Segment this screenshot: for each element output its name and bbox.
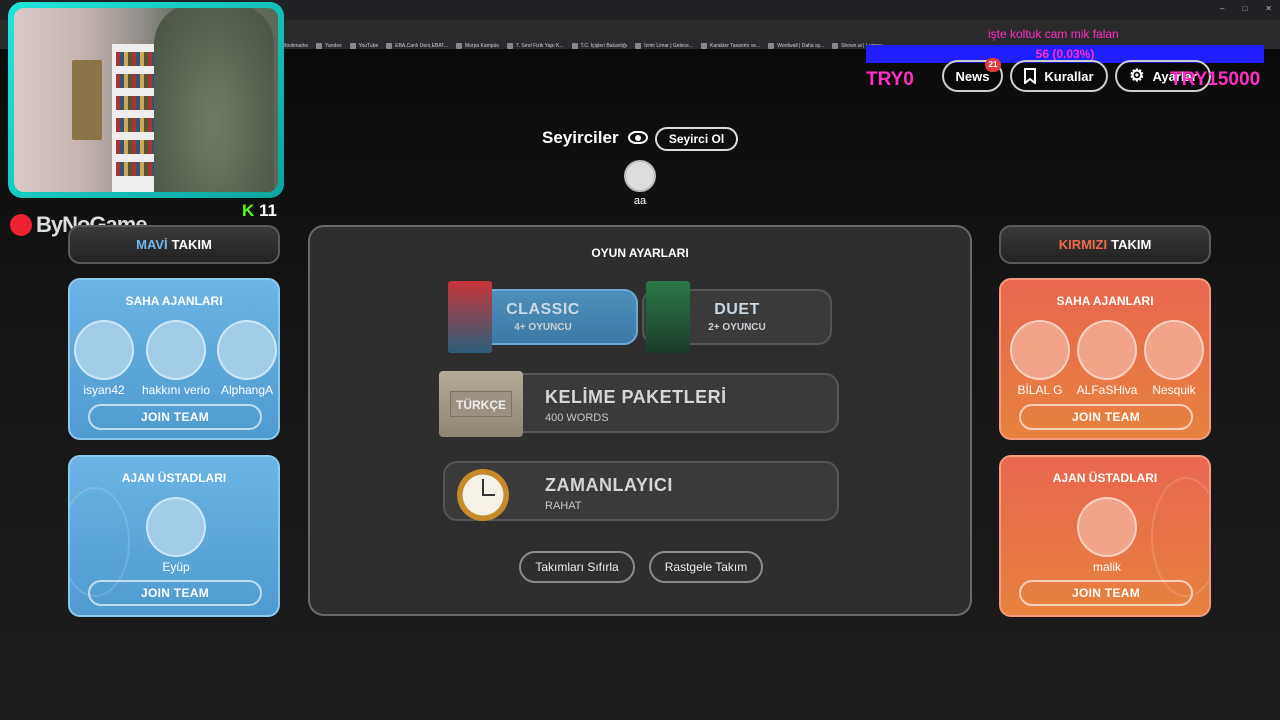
word-pack-card: TÜRKÇE bbox=[439, 371, 523, 437]
game-settings-panel: OYUN AYARLARI CLASSIC 4+ OYUNCU DUET 2+ … bbox=[308, 225, 972, 616]
bookmark-item[interactable]: 7. Sınıf Fizik Yapı K... bbox=[506, 43, 564, 49]
avatar bbox=[74, 320, 134, 380]
bookmark-favicon-icon bbox=[832, 43, 839, 49]
join-red-spymasters-button[interactable]: JOIN TEAM bbox=[1019, 580, 1193, 606]
player-card[interactable]: Eyüp bbox=[141, 497, 211, 574]
codenames-classic-box bbox=[448, 281, 492, 353]
bookmark-item[interactable]: Wordwall | Daha ay... bbox=[768, 43, 824, 49]
character-illustration bbox=[1151, 477, 1209, 597]
bookmark-item[interactable]: T.C. İçişleri Bakanlığı bbox=[571, 43, 627, 49]
random-teams-button[interactable]: Rastgele Takım bbox=[649, 551, 763, 583]
red-team-header: KIRMIZI TAKIM bbox=[999, 225, 1211, 264]
spectator-name: aa bbox=[633, 195, 647, 207]
player-card[interactable]: malik bbox=[1072, 497, 1142, 574]
kick-viewer-count: K 11 bbox=[242, 201, 277, 220]
gear-icon: ⚙ bbox=[1129, 66, 1145, 85]
bookmark-favicon-icon bbox=[506, 43, 513, 49]
blue-operatives-card: SAHA AJANLARI isyan42 hakkını verio Alph… bbox=[68, 278, 280, 440]
bookmark-item[interactable]: Yandex bbox=[316, 43, 342, 49]
news-count-badge: 21 bbox=[985, 58, 1001, 72]
join-blue-spymasters-button[interactable]: JOIN TEAM bbox=[88, 580, 262, 606]
join-red-operatives-button[interactable]: JOIN TEAM bbox=[1019, 404, 1193, 430]
bookmark-favicon-icon bbox=[349, 43, 356, 49]
bookmark-item[interactable]: İzmir Limar | Gelece... bbox=[635, 43, 693, 49]
player-card[interactable]: Nesquik bbox=[1139, 320, 1209, 397]
timer-row[interactable]: ZAMANLAYICI RAHAT bbox=[443, 461, 839, 521]
minimize-icon[interactable]: – bbox=[1220, 4, 1224, 13]
avatar bbox=[146, 320, 206, 380]
close-icon[interactable]: ✕ bbox=[1265, 4, 1272, 13]
webcam-video bbox=[14, 8, 278, 192]
red-operatives-card: SAHA AJANLARI BİLAL G ALFaSHiva Nesquik … bbox=[999, 278, 1211, 440]
player-card[interactable]: isyan42 bbox=[70, 320, 139, 397]
maximize-icon[interactable]: □ bbox=[1242, 4, 1247, 13]
bookmark-favicon-icon bbox=[571, 43, 578, 49]
spectator-avatar bbox=[624, 160, 656, 192]
eye-icon bbox=[628, 131, 648, 144]
avatar bbox=[1144, 320, 1204, 380]
streamer bbox=[154, 8, 274, 192]
avatar bbox=[217, 320, 277, 380]
bookmark-item[interactable]: YouTube bbox=[349, 43, 378, 49]
bynogame-logo-icon bbox=[10, 214, 32, 236]
bookmark-item[interactable]: Karakter Tasarımı ve... bbox=[701, 43, 760, 49]
rules-button[interactable]: Kurallar bbox=[1010, 60, 1108, 92]
bookmark-favicon-icon bbox=[316, 43, 323, 49]
reset-teams-button[interactable]: Takımları Sıfırla bbox=[519, 551, 635, 583]
bookmark-favicon-icon bbox=[768, 43, 775, 49]
bookmark-favicon-icon bbox=[455, 43, 462, 49]
red-spymasters-card: AJAN ÜSTADLARI malik JOIN TEAM bbox=[999, 455, 1211, 617]
bookmark-favicon-icon bbox=[386, 43, 393, 49]
bookmark-item[interactable]: Morpa Kampüs bbox=[455, 43, 499, 49]
avatar bbox=[1077, 497, 1137, 557]
spectators-title: Seyirciler bbox=[542, 128, 619, 147]
bookmark-icon bbox=[1024, 68, 1037, 84]
codenames-duet-box bbox=[646, 281, 690, 353]
avatar bbox=[146, 497, 206, 557]
join-blue-operatives-button[interactable]: JOIN TEAM bbox=[88, 404, 262, 430]
player-card[interactable]: ALFaSHiva bbox=[1072, 320, 1142, 397]
overlay-try-left: TRY0 bbox=[866, 69, 914, 90]
webcam-frame bbox=[8, 2, 284, 198]
bookmark-favicon-icon bbox=[701, 43, 707, 49]
stopwatch-icon bbox=[457, 469, 509, 521]
wall-painting bbox=[72, 60, 102, 140]
stream-chat-overlay: işte koltuk cam mik falan bbox=[988, 27, 1119, 41]
avatar bbox=[1010, 320, 1070, 380]
bookshelf bbox=[112, 44, 160, 192]
kick-icon: K bbox=[242, 201, 255, 220]
bookmark-item[interactable]: EBA,Canlı Ders,EBAT... bbox=[386, 43, 448, 49]
news-button[interactable]: News 21 bbox=[942, 58, 1003, 92]
overlay-try-right: TRY15000 bbox=[1170, 69, 1261, 90]
bookmark-favicon-icon bbox=[635, 43, 642, 49]
window-controls: – □ ✕ bbox=[1220, 4, 1272, 13]
word-pack-row[interactable]: TÜRKÇE KELİME PAKETLERİ 400 WORDS bbox=[439, 371, 839, 437]
player-card[interactable]: BİLAL G bbox=[1005, 320, 1075, 397]
blue-spymasters-card: AJAN ÜSTADLARI Eyüp JOIN TEAM bbox=[68, 455, 280, 617]
become-spectator-button[interactable]: Seyirci Ol bbox=[655, 127, 738, 151]
player-card[interactable]: AlphangA bbox=[212, 320, 278, 397]
avatar bbox=[1077, 320, 1137, 380]
player-card[interactable]: hakkını verio bbox=[141, 320, 211, 397]
blue-team-header: MAVİ TAKIM bbox=[68, 225, 280, 264]
